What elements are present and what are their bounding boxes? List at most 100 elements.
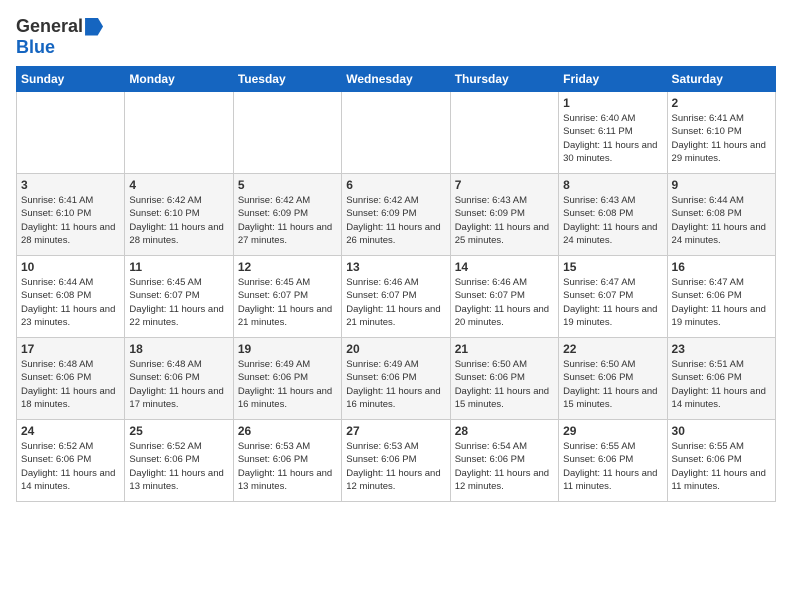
day-number: 26 <box>238 424 337 438</box>
calendar-cell: 20Sunrise: 6:49 AM Sunset: 6:06 PM Dayli… <box>342 338 450 420</box>
calendar-cell: 19 Sunrise: 6:49 AM Sunset: 6:06 PM Dayli… <box>233 338 341 420</box>
day-info: Sunrise: 6:45 AM Sunset: 6:07 PM Dayligh… <box>129 276 228 329</box>
day-info: Sunrise: 6:53 AM Sunset: 6:06 PM Dayligh… <box>238 440 337 493</box>
day-info: Sunrise: 6:46 AM Sunset: 6:07 PM Dayligh… <box>346 276 445 329</box>
calendar-cell <box>233 92 341 174</box>
day-info: Sunrise: 6:55 AM Sunset: 6:06 PM Dayligh… <box>672 440 771 493</box>
calendar-cell: 15 Sunrise: 6:47 AM Sunset: 6:07 PM Dayli… <box>559 256 667 338</box>
calendar-cell: 3 Sunrise: 6:41 AM Sunset: 6:10 PM Daylig… <box>17 174 125 256</box>
day-number: 11 <box>129 260 228 274</box>
day-number: 12 <box>238 260 337 274</box>
day-number: 4 <box>129 178 228 192</box>
day-number: 18 <box>129 342 228 356</box>
day-info: Sunrise: 6:41 AM Sunset: 6:10 PM Dayligh… <box>672 112 771 165</box>
calendar-cell: 2 Sunrise: 6:41 AM Sunset: 6:10 PM Daylig… <box>667 92 775 174</box>
day-info: Sunrise: 6:50 AM Sunset: 6:06 PM Dayligh… <box>455 358 554 411</box>
day-header-monday: Monday <box>125 67 233 92</box>
calendar-cell: 7 Sunrise: 6:43 AM Sunset: 6:09 PM Daylig… <box>450 174 558 256</box>
header: General Blue <box>16 16 776 58</box>
day-info: Sunrise: 6:43 AM Sunset: 6:08 PM Dayligh… <box>563 194 662 247</box>
calendar-cell: 14 Sunrise: 6:46 AM Sunset: 6:07 PM Dayli… <box>450 256 558 338</box>
day-number: 24 <box>21 424 120 438</box>
calendar-cell: 30 Sunrise: 6:55 AM Sunset: 6:06 PM Dayli… <box>667 420 775 502</box>
day-number: 19 <box>238 342 337 356</box>
day-info: Sunrise: 6:54 AM Sunset: 6:06 PM Dayligh… <box>455 440 554 493</box>
day-number: 5 <box>238 178 337 192</box>
day-info: Sunrise: 6:45 AM Sunset: 6:07 PM Dayligh… <box>238 276 337 329</box>
day-info: Sunrise: 6:50 AM Sunset: 6:06 PM Dayligh… <box>563 358 662 411</box>
day-info: Sunrise: 6:51 AM Sunset: 6:06 PM Dayligh… <box>672 358 771 411</box>
day-number: 20 <box>346 342 445 356</box>
calendar-cell: 11 Sunrise: 6:45 AM Sunset: 6:07 PM Dayli… <box>125 256 233 338</box>
day-header-saturday: Saturday <box>667 67 775 92</box>
calendar-cell <box>125 92 233 174</box>
calendar-cell: 21 Sunrise: 6:50 AM Sunset: 6:06 PM Dayli… <box>450 338 558 420</box>
day-number: 16 <box>672 260 771 274</box>
day-info: Sunrise: 6:49 AM Sunset: 6:06 PM Dayligh… <box>238 358 337 411</box>
day-info: Sunrise: 6:40 AM Sunset: 6:11 PM Dayligh… <box>563 112 662 165</box>
day-info: Sunrise: 6:48 AM Sunset: 6:06 PM Dayligh… <box>129 358 228 411</box>
calendar-cell: 16 Sunrise: 6:47 AM Sunset: 6:06 PM Dayli… <box>667 256 775 338</box>
calendar-cell: 5 Sunrise: 6:42 AM Sunset: 6:09 PM Daylig… <box>233 174 341 256</box>
day-info: Sunrise: 6:52 AM Sunset: 6:06 PM Dayligh… <box>21 440 120 493</box>
calendar-cell: 8 Sunrise: 6:43 AM Sunset: 6:08 PM Daylig… <box>559 174 667 256</box>
day-number: 13 <box>346 260 445 274</box>
calendar-cell <box>342 92 450 174</box>
calendar-cell <box>450 92 558 174</box>
day-number: 1 <box>563 96 662 110</box>
calendar-cell: 24 Sunrise: 6:52 AM Sunset: 6:06 PM Dayli… <box>17 420 125 502</box>
day-info: Sunrise: 6:48 AM Sunset: 6:06 PM Dayligh… <box>21 358 120 411</box>
day-info: Sunrise: 6:47 AM Sunset: 6:06 PM Dayligh… <box>672 276 771 329</box>
day-header-tuesday: Tuesday <box>233 67 341 92</box>
day-number: 14 <box>455 260 554 274</box>
day-number: 10 <box>21 260 120 274</box>
day-info: Sunrise: 6:44 AM Sunset: 6:08 PM Dayligh… <box>672 194 771 247</box>
day-info: Sunrise: 6:42 AM Sunset: 6:09 PM Dayligh… <box>238 194 337 247</box>
day-number: 15 <box>563 260 662 274</box>
day-header-sunday: Sunday <box>17 67 125 92</box>
day-number: 23 <box>672 342 771 356</box>
calendar-cell: 17 Sunrise: 6:48 AM Sunset: 6:06 PM Dayli… <box>17 338 125 420</box>
day-number: 27 <box>346 424 445 438</box>
calendar-cell: 23 Sunrise: 6:51 AM Sunset: 6:06 PM Dayli… <box>667 338 775 420</box>
logo-icon <box>85 18 103 36</box>
day-number: 28 <box>455 424 554 438</box>
day-info: Sunrise: 6:43 AM Sunset: 6:09 PM Dayligh… <box>455 194 554 247</box>
calendar-cell: 12 Sunrise: 6:45 AM Sunset: 6:07 PM Dayli… <box>233 256 341 338</box>
calendar-cell: 6Sunrise: 6:42 AM Sunset: 6:09 PM Daylig… <box>342 174 450 256</box>
day-number: 17 <box>21 342 120 356</box>
calendar-cell: 29 Sunrise: 6:55 AM Sunset: 6:06 PM Dayli… <box>559 420 667 502</box>
day-info: Sunrise: 6:44 AM Sunset: 6:08 PM Dayligh… <box>21 276 120 329</box>
day-number: 3 <box>21 178 120 192</box>
day-number: 9 <box>672 178 771 192</box>
day-info: Sunrise: 6:42 AM Sunset: 6:10 PM Dayligh… <box>129 194 228 247</box>
day-number: 21 <box>455 342 554 356</box>
day-number: 8 <box>563 178 662 192</box>
day-number: 2 <box>672 96 771 110</box>
day-number: 22 <box>563 342 662 356</box>
calendar-cell: 13 Sunrise: 6:46 AM Sunset: 6:07 PM Dayli… <box>342 256 450 338</box>
calendar-cell: 26 Sunrise: 6:53 AM Sunset: 6:06 PM Dayli… <box>233 420 341 502</box>
day-info: Sunrise: 6:47 AM Sunset: 6:07 PM Dayligh… <box>563 276 662 329</box>
day-number: 25 <box>129 424 228 438</box>
day-info: Sunrise: 6:41 AM Sunset: 6:10 PM Dayligh… <box>21 194 120 247</box>
calendar-cell: 10 Sunrise: 6:44 AM Sunset: 6:08 PM Dayli… <box>17 256 125 338</box>
day-info: Sunrise: 6:53 AM Sunset: 6:06 PM Dayligh… <box>346 440 445 493</box>
day-number: 6 <box>346 178 445 192</box>
day-number: 29 <box>563 424 662 438</box>
logo: General Blue <box>16 16 103 58</box>
calendar-cell: 18 Sunrise: 6:48 AM Sunset: 6:06 PM Dayli… <box>125 338 233 420</box>
day-header-thursday: Thursday <box>450 67 558 92</box>
calendar-table: SundayMondayTuesdayWednesdayThursdayFrid… <box>16 66 776 502</box>
day-info: Sunrise: 6:46 AM Sunset: 6:07 PM Dayligh… <box>455 276 554 329</box>
day-info: Sunrise: 6:55 AM Sunset: 6:06 PM Dayligh… <box>563 440 662 493</box>
day-header-wednesday: Wednesday <box>342 67 450 92</box>
calendar-cell <box>17 92 125 174</box>
day-number: 7 <box>455 178 554 192</box>
logo-blue-text: Blue <box>16 37 55 58</box>
day-number: 30 <box>672 424 771 438</box>
calendar-cell: 9 Sunrise: 6:44 AM Sunset: 6:08 PM Daylig… <box>667 174 775 256</box>
calendar-cell: 28 Sunrise: 6:54 AM Sunset: 6:06 PM Dayli… <box>450 420 558 502</box>
calendar-cell: 22 Sunrise: 6:50 AM Sunset: 6:06 PM Dayli… <box>559 338 667 420</box>
logo-general-text: General <box>16 16 83 37</box>
